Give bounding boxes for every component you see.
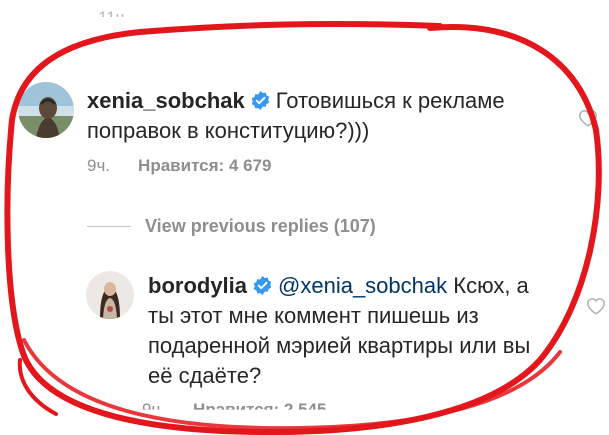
comment-thread: 11ч xenia_sobchak Готовишься к рекламе по… bbox=[0, 0, 609, 435]
user-avatar-icon bbox=[86, 271, 134, 319]
like-heart-icon[interactable] bbox=[586, 297, 606, 315]
comment-body: xenia_sobchak Готовишься к рекламе поправ… bbox=[87, 86, 557, 146]
reply-mention-link[interactable]: @xenia_sobchak bbox=[278, 273, 447, 298]
user-avatar-icon bbox=[18, 82, 74, 138]
reply-likes[interactable]: Нравится: 2 545 bbox=[193, 400, 326, 410]
reply-body: borodylia @xenia_sobchak Ксюх, а ты этот … bbox=[148, 271, 558, 391]
verified-badge-icon bbox=[253, 276, 272, 295]
view-previous-replies-link[interactable]: View previous replies (107) bbox=[87, 216, 376, 237]
comment-likes[interactable]: Нравится: 4 679 bbox=[138, 156, 271, 175]
comment-username[interactable]: xenia_sobchak bbox=[87, 88, 245, 113]
avatar[interactable] bbox=[86, 271, 134, 319]
view-previous-replies-label: View previous replies (107) bbox=[145, 216, 376, 236]
previous-comment-time: 11ч bbox=[98, 8, 125, 27]
reply-time[interactable]: 9ч. bbox=[142, 400, 165, 410]
reply-meta: 9ч. Нравится: 2 545 bbox=[142, 400, 326, 410]
reply-username[interactable]: borodylia bbox=[148, 273, 247, 298]
verified-badge-icon bbox=[251, 91, 270, 110]
avatar[interactable] bbox=[18, 82, 74, 138]
like-heart-icon[interactable] bbox=[578, 109, 598, 127]
comment-meta: 9ч. Нравится: 4 679 bbox=[87, 156, 271, 176]
replies-divider bbox=[87, 226, 131, 227]
comment-time[interactable]: 9ч. bbox=[87, 156, 110, 175]
